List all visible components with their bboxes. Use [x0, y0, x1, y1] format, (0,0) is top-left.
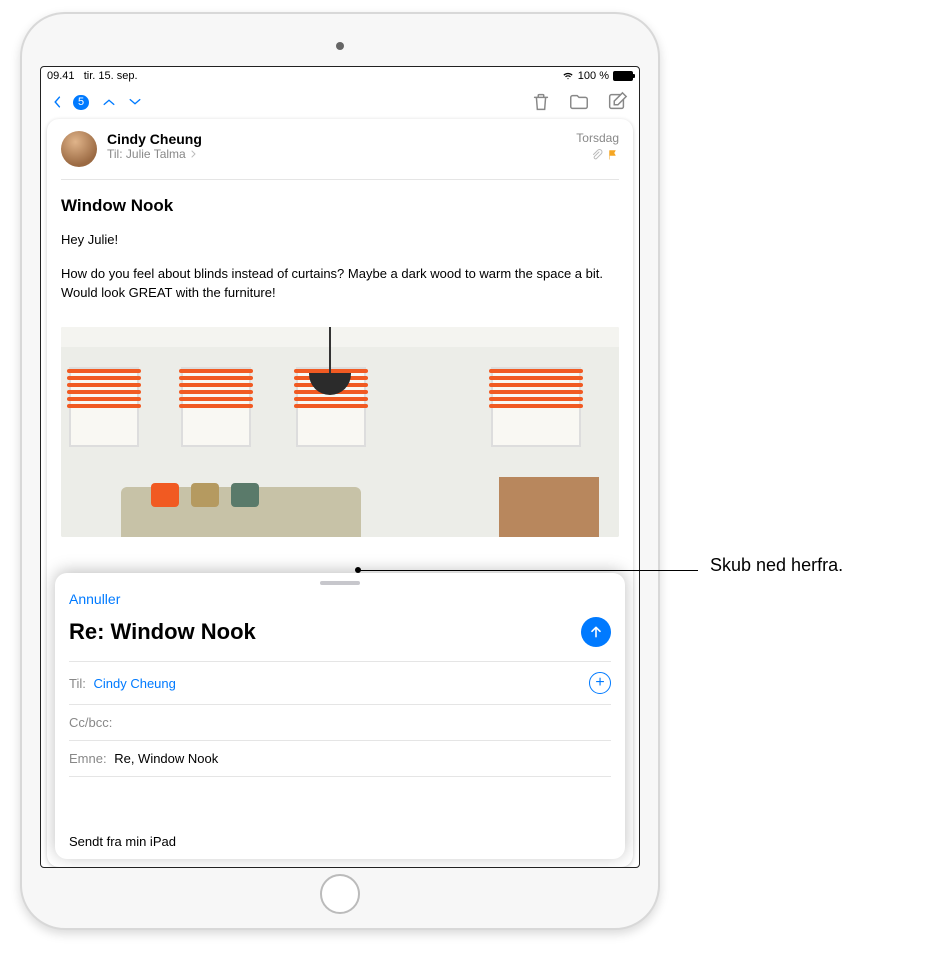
mail-navbar: 5	[41, 85, 639, 119]
send-button[interactable]	[581, 617, 611, 647]
battery-text: 100 %	[578, 70, 609, 82]
statusbar-right: 100 %	[562, 70, 633, 82]
battery-icon	[613, 71, 633, 81]
arrow-up-icon	[588, 624, 604, 640]
home-button[interactable]	[320, 874, 360, 914]
status-time: 09.41	[47, 70, 75, 82]
attachment-icon	[591, 149, 603, 161]
to-field-label: Til:	[69, 676, 86, 691]
subject-field-label: Emne:	[69, 751, 107, 766]
cc-bcc-label: Cc/bcc:	[69, 715, 112, 730]
add-contact-button[interactable]: +	[589, 672, 611, 694]
back-icon[interactable]	[51, 96, 63, 108]
message-subject: Window Nook	[47, 188, 633, 230]
trash-icon[interactable]	[529, 91, 553, 113]
move-folder-icon[interactable]	[567, 91, 591, 113]
chevron-right-icon	[189, 150, 197, 158]
body-paragraph: How do you feel about blinds instead of …	[61, 264, 619, 303]
flag-icon	[607, 149, 619, 161]
callout-line	[358, 570, 698, 571]
to-label: Til:	[107, 147, 123, 161]
compose-title: Re: Window Nook	[69, 619, 256, 645]
next-message-icon[interactable]	[129, 96, 141, 108]
recipient-name: Julie Talma	[126, 147, 186, 161]
to-field-value: Cindy Cheung	[93, 676, 175, 691]
message-body: Hey Julie! How do you feel about blinds …	[47, 230, 633, 317]
subject-field-value: Re, Window Nook	[114, 751, 218, 766]
greeting: Hey Julie!	[61, 230, 619, 250]
to-field[interactable]: Til: Cindy Cheung +	[69, 661, 611, 704]
statusbar-left: 09.41 tir. 15. sep.	[47, 70, 138, 82]
status-bar: 09.41 tir. 15. sep. 100 %	[41, 67, 639, 85]
screen: 09.41 tir. 15. sep. 100 % 5	[40, 66, 640, 868]
unread-badge[interactable]: 5	[73, 95, 89, 110]
status-date: tir. 15. sep.	[84, 70, 138, 82]
prev-message-icon[interactable]	[103, 96, 115, 108]
compose-sheet: Annuller Re: Window Nook Til: Cindy Cheu…	[55, 573, 625, 859]
avatar[interactable]	[61, 131, 97, 167]
to-line[interactable]: Til: Julie Talma	[107, 147, 566, 161]
cancel-button[interactable]: Annuller	[69, 591, 611, 617]
compose-icon[interactable]	[605, 91, 629, 113]
signature: Sendt fra min iPad	[69, 834, 176, 849]
sender-name[interactable]: Cindy Cheung	[107, 131, 566, 147]
ipad-frame: 09.41 tir. 15. sep. 100 % 5	[20, 12, 660, 930]
wifi-icon	[562, 71, 574, 81]
message-header: Cindy Cheung Til: Julie Talma Torsdag	[47, 119, 633, 171]
subject-field[interactable]: Emne: Re, Window Nook	[69, 740, 611, 776]
camera-dot	[336, 42, 344, 50]
callout-text: Skub ned herfra.	[710, 555, 843, 576]
attached-image[interactable]	[61, 327, 619, 537]
divider	[61, 179, 619, 180]
message-date: Torsdag	[576, 131, 619, 145]
grabber-handle[interactable]	[320, 581, 360, 585]
cc-bcc-field[interactable]: Cc/bcc:	[69, 704, 611, 740]
